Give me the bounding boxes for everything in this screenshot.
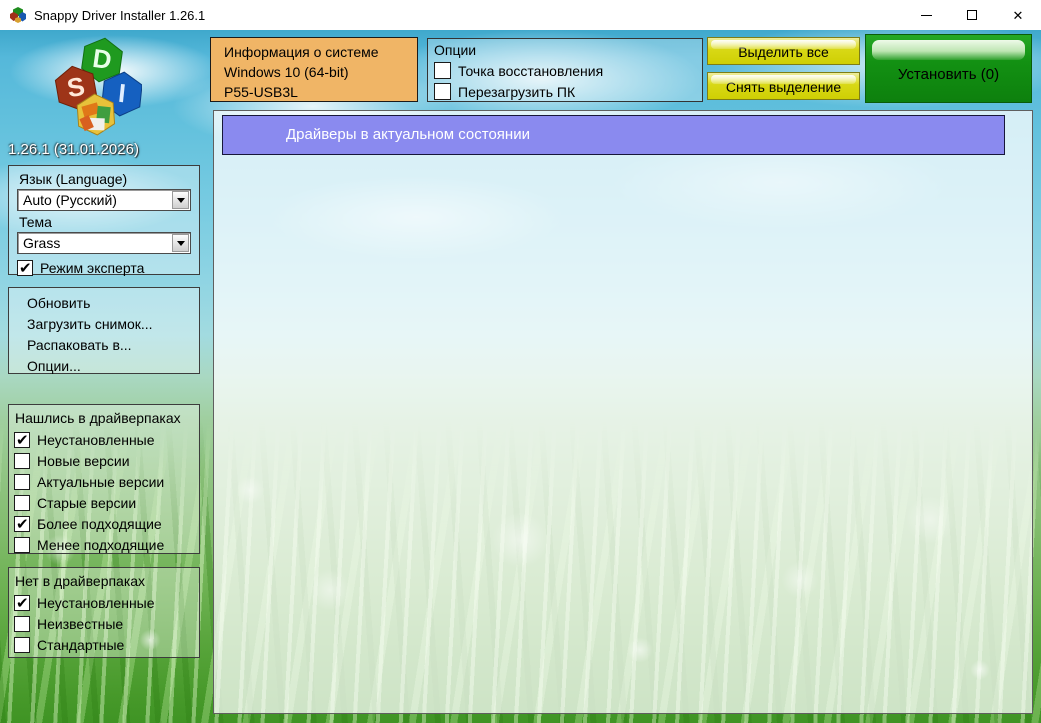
- filter-label: Неизвестные: [37, 615, 124, 632]
- menu-item-extract-to[interactable]: Распаковать в...: [9, 335, 199, 356]
- chevron-down-icon[interactable]: [172, 191, 189, 209]
- maximize-button[interactable]: [949, 0, 995, 30]
- expert-mode-label: Режим эксперта: [40, 259, 145, 276]
- menu-item-options[interactable]: Опции...: [9, 356, 199, 377]
- minimize-button[interactable]: [903, 0, 949, 30]
- found-section-title: Нашлись в драйверпаках: [15, 410, 181, 426]
- language-label: Язык (Language): [19, 171, 128, 187]
- filter-old-versions-row[interactable]: Старые версии: [14, 492, 194, 513]
- filter-better-match-row[interactable]: Более подходящие: [14, 513, 194, 534]
- filter-label: Неустановленные: [37, 594, 155, 611]
- filter-current-versions-row[interactable]: Актуальные версии: [14, 471, 194, 492]
- reboot-pc-label: Перезагрузить ПК: [458, 83, 576, 100]
- missing-section-title: Нет в драйверпаках: [15, 573, 146, 589]
- filter-standard-row[interactable]: Стандартные: [14, 634, 194, 655]
- theme-value: Grass: [23, 235, 61, 251]
- expert-mode-checkbox: [17, 259, 33, 277]
- found-in-driverpacks-panel: Нашлись в драйверпаках Неустановленные Н…: [8, 404, 200, 554]
- theme-select[interactable]: Grass: [17, 232, 191, 254]
- window-controls: ✕: [903, 0, 1041, 30]
- app-icon: [10, 7, 26, 23]
- filter-label: Актуальные версии: [37, 473, 165, 490]
- checkbox: [14, 515, 30, 533]
- filter-label: Стандартные: [37, 636, 125, 653]
- filter-label: Менее подходящие: [37, 536, 165, 553]
- theme-label: Тема: [19, 214, 52, 230]
- options-panel: Опции Точка восстановления Перезагрузить…: [427, 38, 703, 102]
- install-button-label: Установить (0): [897, 66, 1000, 83]
- drivers-up-to-date-banner[interactable]: Драйверы в актуальном состоянии: [222, 115, 1005, 155]
- deselect-all-button[interactable]: Снять выделение: [707, 72, 860, 100]
- restore-point-label: Точка восстановления: [458, 62, 604, 79]
- maximize-icon: [967, 10, 977, 20]
- checkbox: [14, 615, 30, 632]
- system-info-panel: Информация о системе Windows 10 (64-bit)…: [210, 37, 418, 102]
- filter-unknown-row[interactable]: Неизвестные: [14, 613, 194, 634]
- filter-label: Новые версии: [37, 452, 130, 469]
- title-bar: Snappy Driver Installer 1.26.1 ✕: [0, 0, 1041, 30]
- language-select[interactable]: Auto (Русский): [17, 189, 191, 211]
- system-info-os: Windows 10 (64-bit): [224, 64, 349, 80]
- checkbox: [14, 536, 30, 553]
- checkbox: [14, 594, 30, 612]
- filter-label: Неустановленные: [37, 431, 155, 448]
- checkbox: [14, 494, 30, 511]
- options-title: Опции: [434, 42, 477, 58]
- checkbox: [14, 452, 30, 469]
- filter-missing-not-installed-row[interactable]: Неустановленные: [14, 592, 194, 613]
- select-all-button[interactable]: Выделить все: [707, 37, 860, 65]
- system-info-title: Информация о системе: [224, 44, 379, 60]
- filter-newer-versions-row[interactable]: Новые версии: [14, 450, 194, 471]
- filter-worse-match-row[interactable]: Менее подходящие: [14, 534, 194, 555]
- restore-point-checkbox-row[interactable]: Точка восстановления: [434, 60, 696, 81]
- not-in-driverpacks-panel: Нет в драйверпаках Неустановленные Неизв…: [8, 567, 200, 658]
- filter-label: Более подходящие: [37, 515, 162, 532]
- restore-point-checkbox: [434, 62, 451, 79]
- close-icon: ✕: [1012, 7, 1024, 23]
- filter-label: Старые версии: [37, 494, 137, 511]
- checkbox: [14, 636, 30, 653]
- sdi-logo: D S I: [54, 37, 142, 136]
- filter-not-installed-row[interactable]: Неустановленные: [14, 429, 194, 450]
- language-value: Auto (Русский): [23, 192, 117, 208]
- chevron-down-icon[interactable]: [172, 234, 189, 252]
- menu-item-update[interactable]: Обновить: [9, 293, 199, 314]
- version-label: 1.26.1 (31.01.2026): [8, 141, 139, 158]
- reboot-pc-checkbox-row[interactable]: Перезагрузить ПК: [434, 81, 696, 102]
- checkbox: [14, 473, 30, 490]
- actions-menu-panel: Обновить Загрузить снимок... Распаковать…: [8, 287, 200, 374]
- install-button[interactable]: Установить (0): [865, 34, 1032, 103]
- language-theme-panel: Язык (Language) Auto (Русский) Тема Gras…: [8, 165, 200, 278]
- window-title: Snappy Driver Installer 1.26.1: [34, 7, 206, 23]
- app-window: Snappy Driver Installer 1.26.1 ✕ D S I 1…: [0, 0, 1041, 723]
- expert-mode-checkbox-row[interactable]: Режим эксперта: [17, 257, 191, 278]
- menu-item-load-snapshot[interactable]: Загрузить снимок...: [9, 314, 199, 335]
- system-info-motherboard: P55-USB3L: [224, 84, 298, 100]
- driver-list-panel: Драйверы в актуальном состоянии: [213, 110, 1033, 714]
- close-button[interactable]: ✕: [995, 0, 1041, 30]
- reboot-pc-checkbox: [434, 83, 451, 100]
- checkbox: [14, 431, 30, 449]
- minimize-icon: [920, 14, 932, 16]
